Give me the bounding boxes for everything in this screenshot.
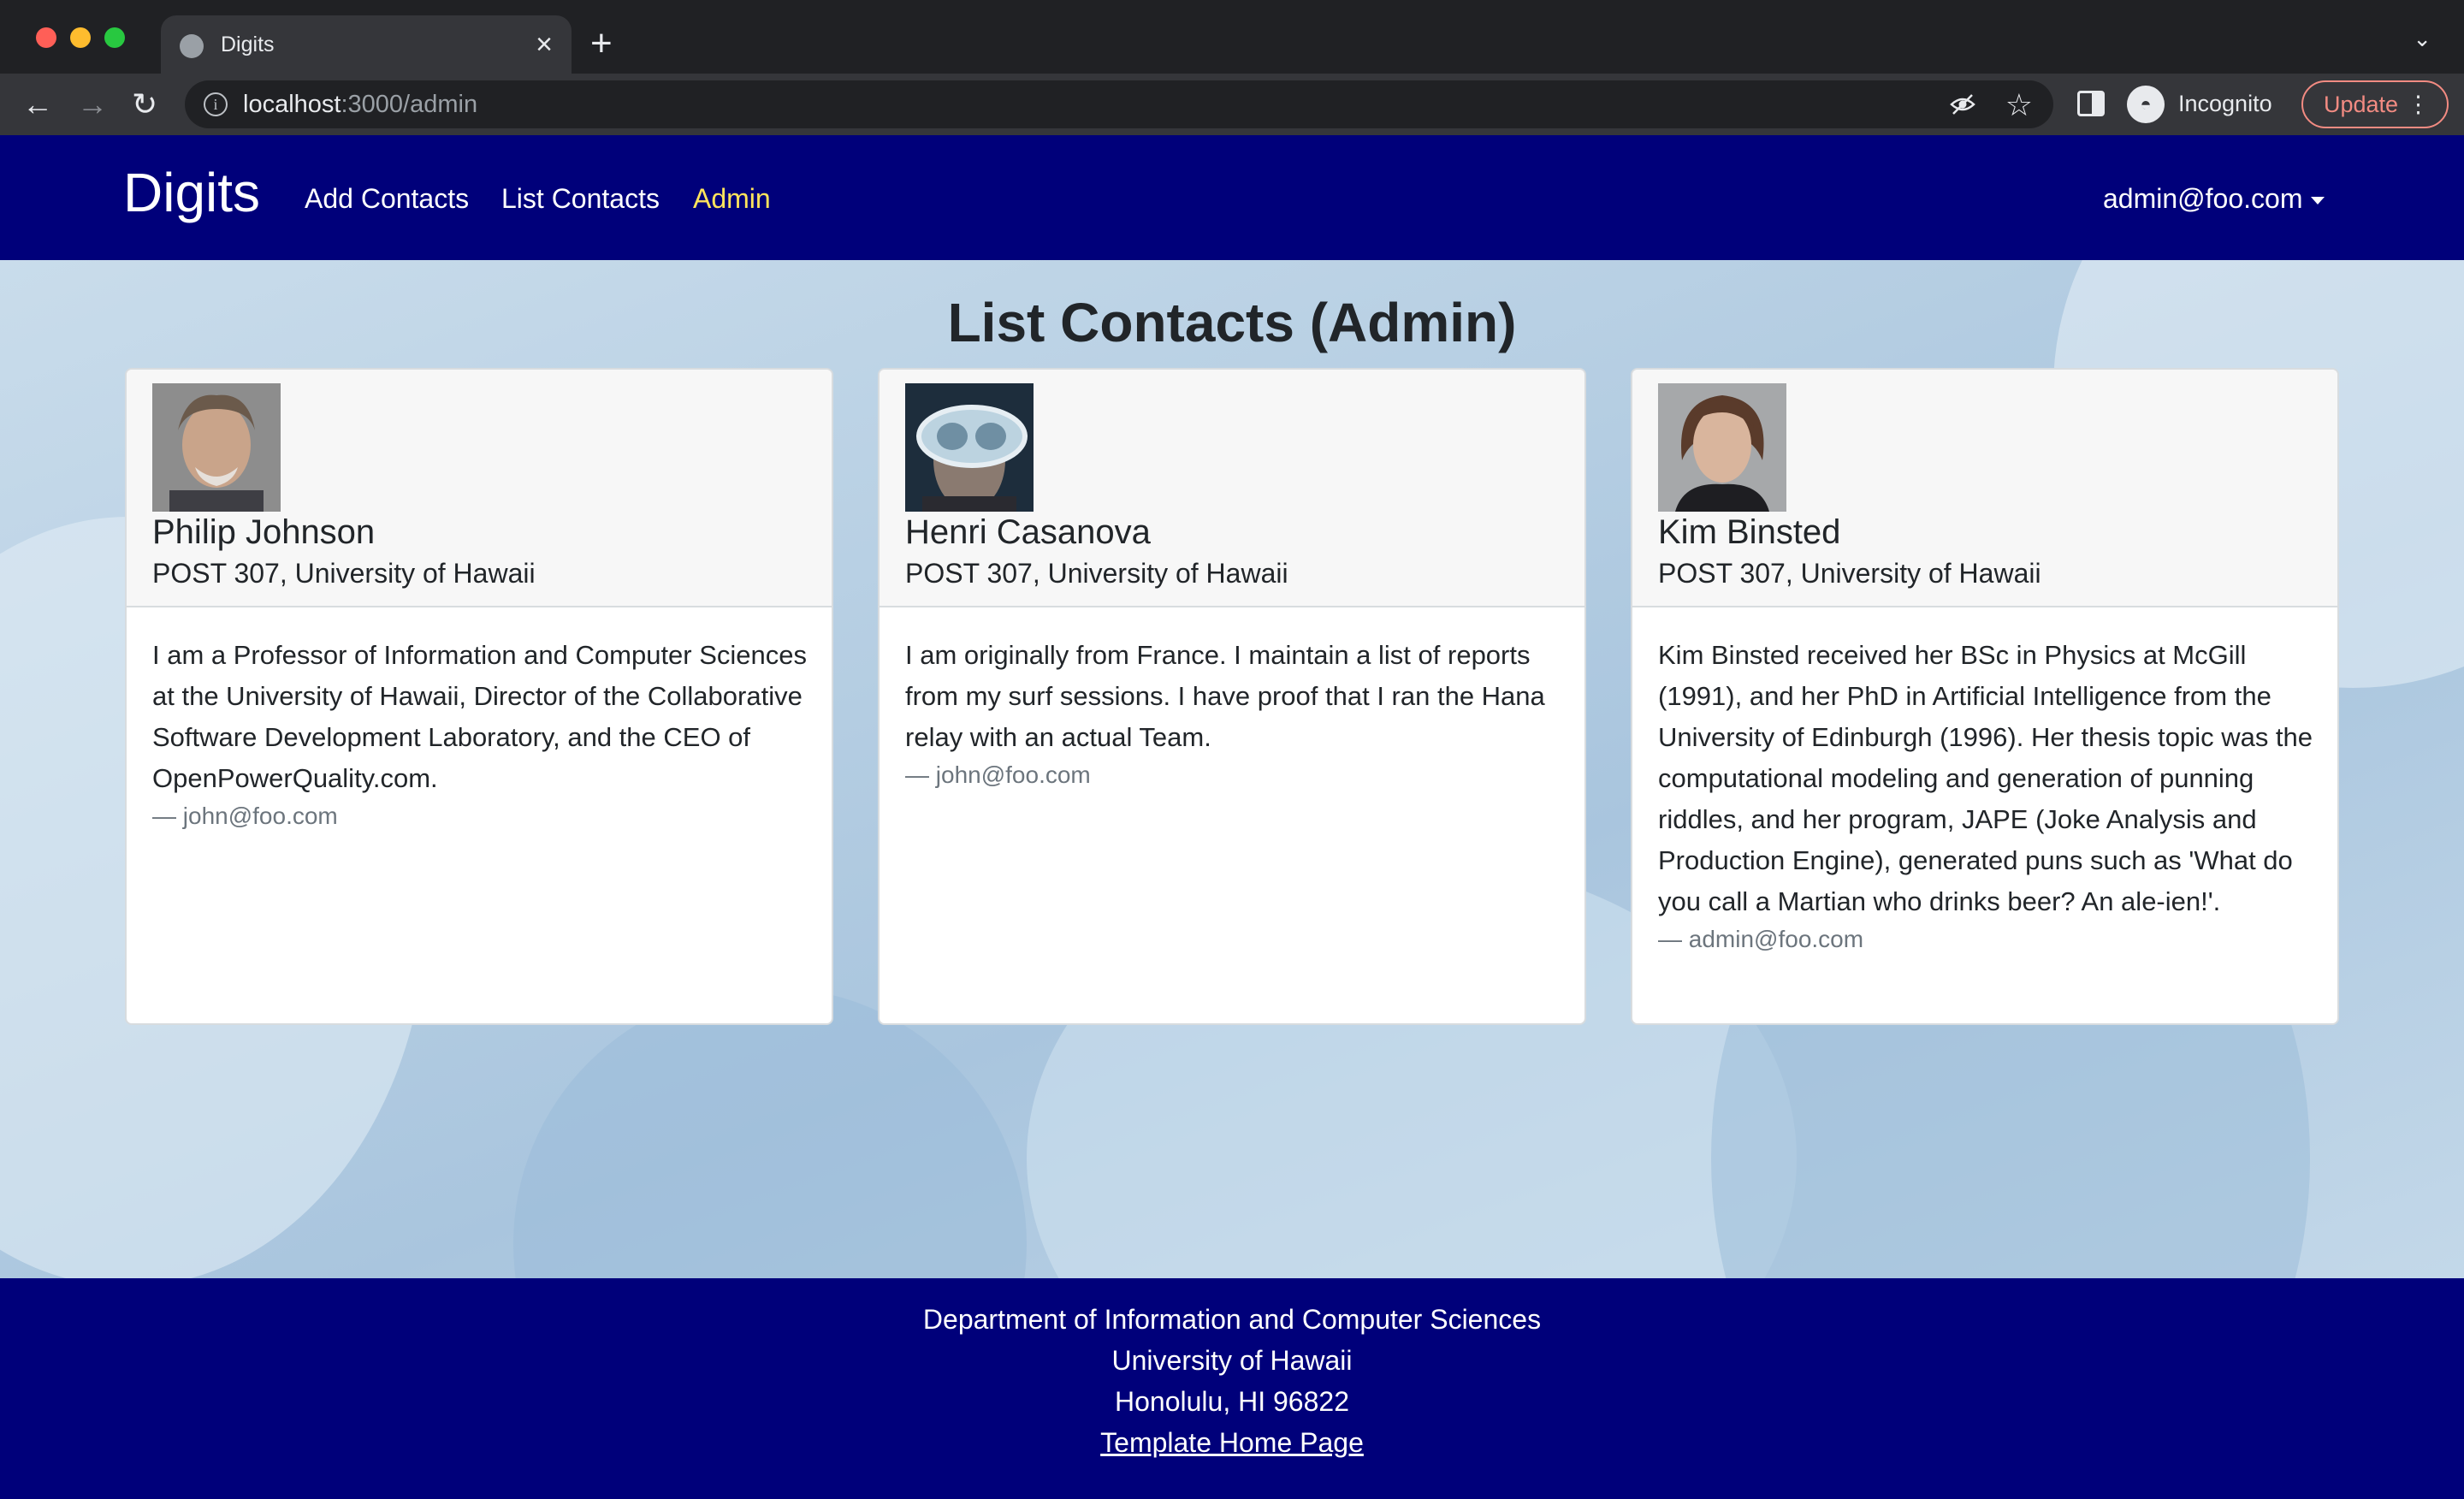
browser-toolbar: ← → ↻ i localhost:3000/admin ☆ ◓ Incogni… — [0, 74, 2464, 135]
nav-admin[interactable]: Admin — [693, 183, 771, 215]
update-button[interactable]: Update ⋮ — [2301, 80, 2449, 128]
card-body: I am a Professor of Information and Comp… — [152, 635, 811, 833]
bookmark-star-icon[interactable]: ☆ — [2005, 87, 2033, 123]
caret-down-icon — [2311, 197, 2325, 205]
url-path: :3000/admin — [341, 91, 478, 118]
nav-add-contacts[interactable]: Add Contacts — [305, 183, 469, 215]
user-dropdown[interactable]: admin@foo.com — [2103, 183, 2325, 215]
incognito-icon[interactable]: ◓ — [2127, 86, 2165, 123]
footer-address: Honolulu, HI 96822 — [1115, 1386, 1349, 1417]
side-panel-icon[interactable] — [2077, 91, 2105, 116]
browser-tab[interactable]: Digits × — [161, 15, 572, 74]
background-shape — [513, 987, 1027, 1278]
close-tab-icon[interactable]: × — [536, 27, 553, 62]
web-page: Digits Add Contacts List Contacts Admin … — [0, 135, 2464, 1499]
footer-university: University of Hawaii — [1111, 1345, 1353, 1376]
globe-icon — [180, 34, 204, 58]
url-host: localhost — [243, 91, 341, 118]
contact-name: Kim Binsted — [1658, 513, 1841, 551]
card-header: Henri Casanova POST 307, University of H… — [880, 370, 1584, 607]
avatar — [1658, 383, 1786, 512]
contact-owner: — admin@foo.com — [1658, 926, 1864, 952]
contact-card: Henri Casanova POST 307, University of H… — [878, 368, 1586, 1025]
contact-description: Kim Binsted received her BSc in Physics … — [1658, 640, 2313, 916]
browser-titlebar: Digits × + ⌄ — [0, 0, 2464, 74]
update-label: Update — [2324, 92, 2399, 117]
nav-list-contacts[interactable]: List Contacts — [501, 183, 660, 215]
card-header: Kim Binsted POST 307, University of Hawa… — [1632, 370, 2337, 607]
contact-card: Kim Binsted POST 307, University of Hawa… — [1631, 368, 2339, 1025]
forward-button[interactable]: → — [77, 84, 108, 125]
avatar — [905, 383, 1034, 512]
card-header: Philip Johnson POST 307, University of H… — [127, 370, 832, 607]
card-body: Kim Binsted received her BSc in Physics … — [1658, 635, 2317, 957]
address-bar[interactable]: i localhost:3000/admin ☆ — [185, 80, 2053, 128]
back-button[interactable]: ← — [22, 84, 53, 125]
profile-label[interactable]: Incognito — [2178, 91, 2272, 117]
template-home-link[interactable]: Template Home Page — [0, 1427, 2464, 1459]
avatar — [152, 383, 281, 512]
contact-description: I am originally from France. I maintain … — [905, 640, 1545, 752]
minimize-window-button[interactable] — [70, 27, 91, 48]
more-menu-icon[interactable]: ⋮ — [2407, 82, 2430, 127]
contact-name: Henri Casanova — [905, 513, 1151, 551]
page-title: List Contacts (Admin) — [947, 292, 1517, 353]
contact-address: POST 307, University of Hawaii — [905, 558, 1288, 589]
contact-name: Philip Johnson — [152, 513, 376, 551]
app-navbar: Digits Add Contacts List Contacts Admin … — [0, 135, 2464, 260]
user-email: admin@foo.com — [2103, 183, 2303, 214]
contact-address: POST 307, University of Hawaii — [1658, 558, 2041, 589]
chevron-down-icon[interactable]: ⌄ — [2413, 26, 2431, 52]
footer-department: Department of Information and Computer S… — [922, 1304, 1542, 1335]
brand-logo[interactable]: Digits — [123, 161, 260, 224]
tab-title: Digits — [221, 33, 275, 56]
main-content: List Contacts (Admin) Philip Johnson POS… — [0, 260, 2464, 1278]
contact-owner: — john@foo.com — [152, 803, 338, 829]
new-tab-button[interactable]: + — [590, 22, 613, 65]
url-text[interactable]: localhost:3000/admin — [243, 91, 477, 119]
info-icon[interactable]: i — [204, 92, 228, 116]
close-window-button[interactable] — [36, 27, 56, 48]
contact-card: Philip Johnson POST 307, University of H… — [125, 368, 833, 1025]
maximize-window-button[interactable] — [104, 27, 125, 48]
contact-address: POST 307, University of Hawaii — [152, 558, 536, 589]
page-footer: Department of Information and Computer S… — [0, 1278, 2464, 1499]
card-body: I am originally from France. I maintain … — [905, 635, 1564, 792]
reload-button[interactable]: ↻ — [132, 84, 157, 125]
contact-description: I am a Professor of Information and Comp… — [152, 640, 808, 793]
contact-owner: — john@foo.com — [905, 761, 1091, 788]
eye-slash-icon[interactable] — [1949, 91, 1976, 125]
